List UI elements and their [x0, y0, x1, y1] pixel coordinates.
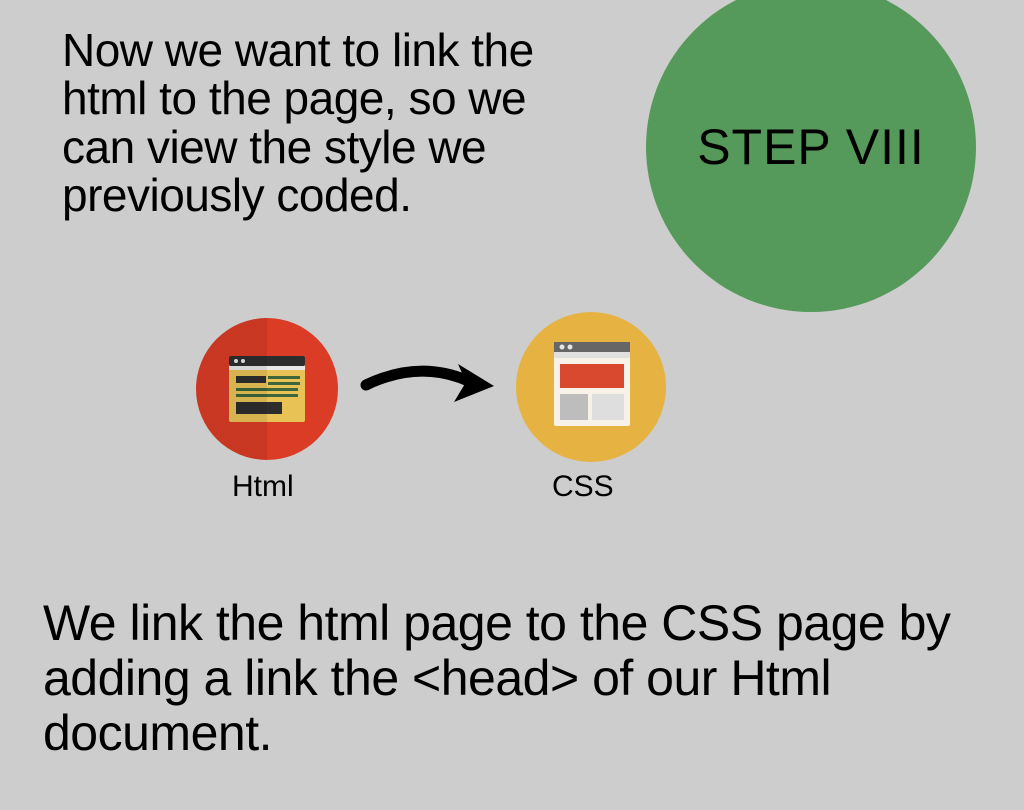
- css-icon-label: CSS: [552, 470, 614, 504]
- top-paragraph: Now we want to link the html to the page…: [62, 26, 572, 219]
- html-icon-label: Html: [232, 470, 294, 504]
- css-file-icon: [516, 312, 666, 462]
- bottom-paragraph: We link the html page to the CSS page by…: [43, 596, 963, 761]
- step-label: STEP VIII: [697, 118, 925, 176]
- slide: Now we want to link the html to the page…: [0, 0, 1024, 810]
- html-file-icon: [196, 318, 338, 460]
- diagram-html-to-css: Html CSS: [186, 318, 688, 518]
- step-badge: STEP VIII: [646, 0, 976, 312]
- arrow-right-icon: [358, 352, 498, 418]
